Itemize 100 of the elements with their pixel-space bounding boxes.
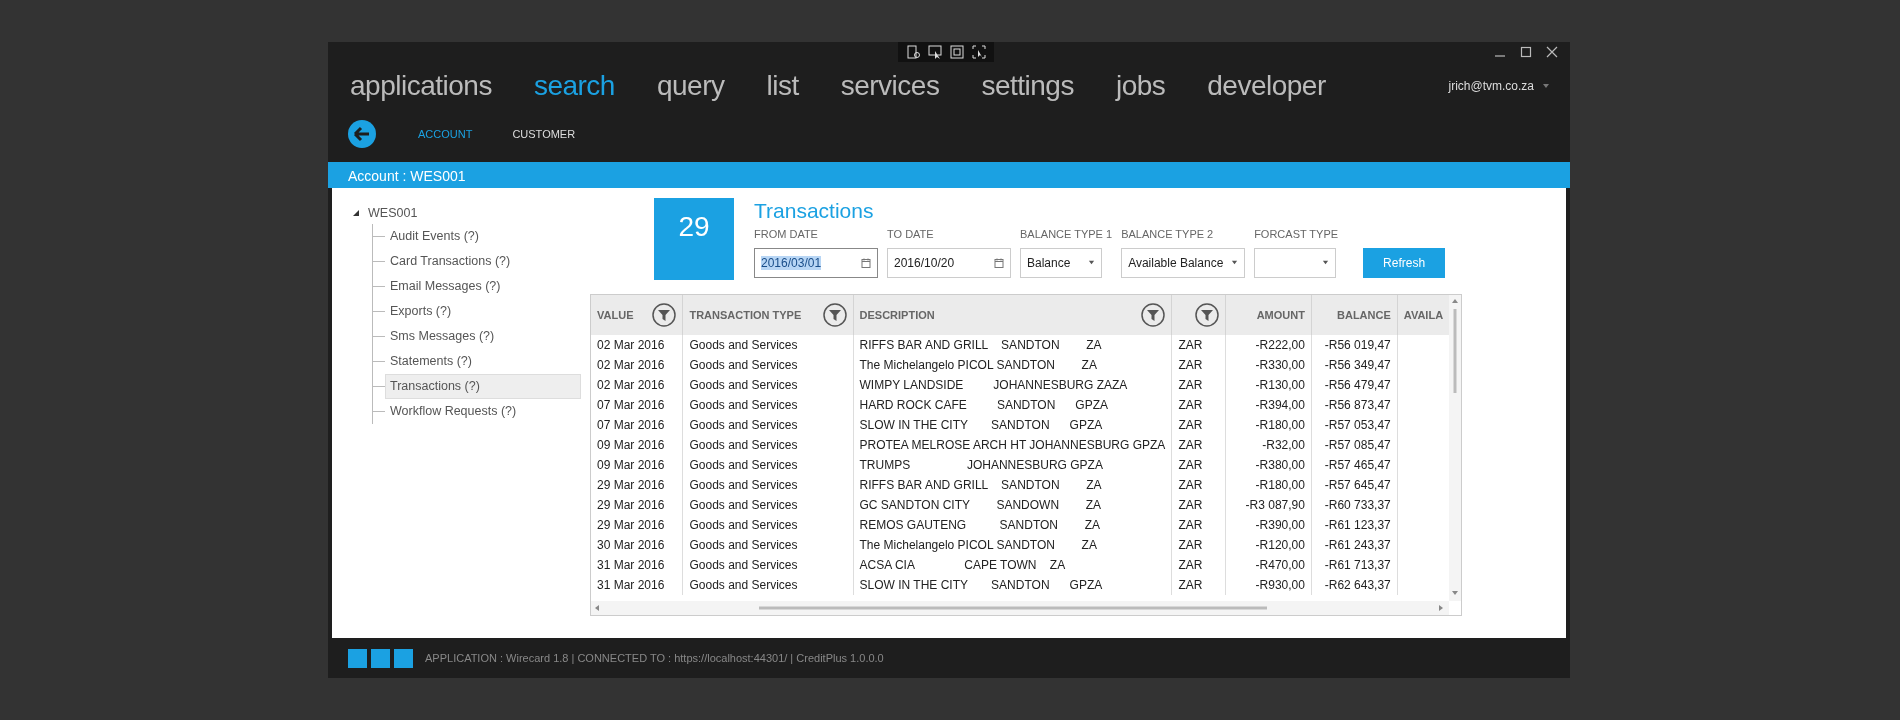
caret-icon[interactable] — [1088, 259, 1095, 266]
tree-item[interactable]: Workflow Requests (?) — [385, 399, 581, 424]
date-field[interactable]: 2016/10/20 — [887, 247, 1011, 278]
table-cell: -R390,00 — [1255, 518, 1305, 532]
document-gear-icon[interactable] — [906, 45, 920, 59]
tree-item[interactable]: Statements (?) — [385, 349, 581, 374]
user-email[interactable]: jrich@tvm.co.za — [1448, 77, 1534, 95]
filter-icon[interactable] — [822, 303, 847, 327]
column-header[interactable]: VALUE — [597, 306, 634, 324]
tile-icon[interactable] — [371, 648, 390, 668]
table-cell: -R3 087,90 — [1245, 498, 1305, 512]
nav-tab[interactable]: developer — [1207, 65, 1326, 107]
dropdown[interactable]: Balance — [1020, 247, 1102, 278]
table-cell: SLOW IN THE CITY SANDTON GPZA — [859, 418, 1103, 432]
caret-icon[interactable] — [1322, 259, 1330, 266]
square-frame-icon[interactable] — [950, 45, 964, 59]
table-cell: -R57 465,47 — [1324, 458, 1391, 472]
table-cell: -R61 243,37 — [1324, 538, 1391, 552]
maximize-icon[interactable] — [1520, 46, 1532, 58]
table-cell: PROTEA MELROSE ARCH HT JOHANNESBURG GPZA — [859, 438, 1166, 452]
column-header[interactable]: DESCRIPTION — [859, 306, 935, 324]
table-cell: 02 Mar 2016 — [597, 338, 665, 352]
field-label: FROM DATE — [754, 227, 819, 242]
field-label: BALANCE TYPE 1 — [1020, 227, 1113, 242]
table-cell: -R60 733,37 — [1324, 498, 1391, 512]
close-icon[interactable] — [1546, 46, 1558, 58]
table-cell: ZAR — [1178, 358, 1203, 372]
caret-icon[interactable] — [1542, 82, 1550, 90]
table-cell: 07 Mar 2016 — [597, 398, 665, 412]
collapse-triangle-icon[interactable] — [352, 209, 360, 217]
table-cell: ZAR — [1178, 418, 1203, 432]
table-cell: 30 Mar 2016 — [597, 538, 665, 552]
table-cell: REMOS GAUTENG SANDTON ZA — [859, 518, 1100, 532]
table-cell: -R61 123,37 — [1324, 518, 1391, 532]
status-text: APPLICATION : Wirecard 1.8 | CONNECTED TO : https://localhost:44301/ | CreditPlus 1.0.0.0 — [425, 650, 884, 666]
dropdown[interactable]: Available Balance — [1121, 247, 1246, 278]
tree-node[interactable]: WES001 — [368, 203, 418, 223]
sub-tab[interactable]: ACCOUNT — [418, 125, 473, 143]
table-cell: Goods and Services — [689, 438, 798, 452]
table-cell: The Michelangelo PICOL SANDTON ZA — [859, 538, 1097, 552]
tree-item[interactable]: Transactions (?) — [385, 374, 581, 399]
tile-icon[interactable] — [348, 648, 367, 668]
calendar-icon[interactable] — [861, 257, 871, 268]
table-cell: -R120,00 — [1255, 538, 1305, 552]
table-cell: ZAR — [1178, 338, 1203, 352]
table-cell: -R61 713,37 — [1324, 558, 1391, 572]
table-cell: ZAR — [1178, 558, 1203, 572]
nav-tab[interactable]: search — [533, 65, 615, 107]
table-cell: -R32,00 — [1262, 438, 1305, 452]
nav-tab[interactable]: list — [766, 65, 799, 107]
table-cell: ZAR — [1178, 378, 1203, 392]
table-cell: WIMPY LANDSIDE JOHANNESBURG ZAZA — [859, 378, 1128, 392]
table-cell: -R56 479,47 — [1324, 378, 1391, 392]
horizontal-scrollbar[interactable] — [591, 601, 1449, 615]
tile-icon[interactable] — [394, 648, 413, 668]
date-field[interactable]: 2016/03/01 — [754, 247, 878, 278]
table-cell: Goods and Services — [689, 358, 798, 372]
table-cell: Goods and Services — [689, 338, 798, 352]
tree-item[interactable]: Exports (?) — [385, 299, 581, 324]
table-cell: 31 Mar 2016 — [597, 558, 665, 572]
table-cell: 29 Mar 2016 — [597, 518, 665, 532]
table-cell: -R930,00 — [1255, 578, 1305, 592]
filter-icon[interactable] — [1195, 303, 1220, 327]
tree-item[interactable]: Audit Events (?) — [385, 224, 581, 249]
table-cell: Goods and Services — [689, 498, 798, 512]
field-label: BALANCE TYPE 2 — [1121, 227, 1215, 242]
table-cell: -R57 053,47 — [1324, 418, 1391, 432]
table-cell: RIFFS BAR AND GRILL SANDTON ZA — [859, 478, 1102, 492]
tree-item[interactable]: Card Transactions (?) — [385, 249, 581, 274]
nav-tab[interactable]: jobs — [1115, 65, 1166, 107]
table-cell: 29 Mar 2016 — [597, 478, 665, 492]
table-cell: The Michelangelo PICOL SANDTON ZA — [859, 358, 1097, 372]
nav-tab[interactable]: services — [840, 65, 940, 107]
tree-item[interactable]: Sms Messages (?) — [385, 324, 581, 349]
calendar-icon[interactable] — [994, 257, 1004, 268]
nav-tab[interactable]: query — [656, 65, 725, 107]
pointer-icon[interactable] — [928, 45, 942, 59]
table-cell: Goods and Services — [689, 398, 798, 412]
filter-icon[interactable] — [652, 303, 677, 327]
table-cell: 09 Mar 2016 — [597, 458, 665, 472]
table-cell: -R470,00 — [1255, 558, 1305, 572]
table-cell: -R180,00 — [1255, 418, 1305, 432]
table-cell: ZAR — [1178, 538, 1203, 552]
field-label: TO DATE — [887, 227, 935, 242]
table-cell: 29 Mar 2016 — [597, 498, 665, 512]
table-cell: ZAR — [1178, 478, 1203, 492]
table-cell: -R222,00 — [1255, 338, 1305, 352]
tree-item[interactable]: Email Messages (?) — [385, 274, 581, 299]
nav-tab[interactable]: applications — [350, 65, 492, 107]
table-cell: ZAR — [1178, 438, 1203, 452]
nav-tab[interactable]: settings — [981, 65, 1074, 107]
vertical-scrollbar[interactable] — [1449, 295, 1461, 601]
table-cell: Goods and Services — [689, 558, 798, 572]
field-label: FORCAST TYPE — [1254, 227, 1339, 242]
select-region-icon[interactable] — [972, 45, 986, 59]
table-cell: 02 Mar 2016 — [597, 378, 665, 392]
caret-icon[interactable] — [1231, 259, 1239, 266]
table-cell: 09 Mar 2016 — [597, 438, 665, 452]
filter-icon[interactable] — [1141, 303, 1166, 327]
sub-tab[interactable]: CUSTOMER — [512, 125, 576, 143]
